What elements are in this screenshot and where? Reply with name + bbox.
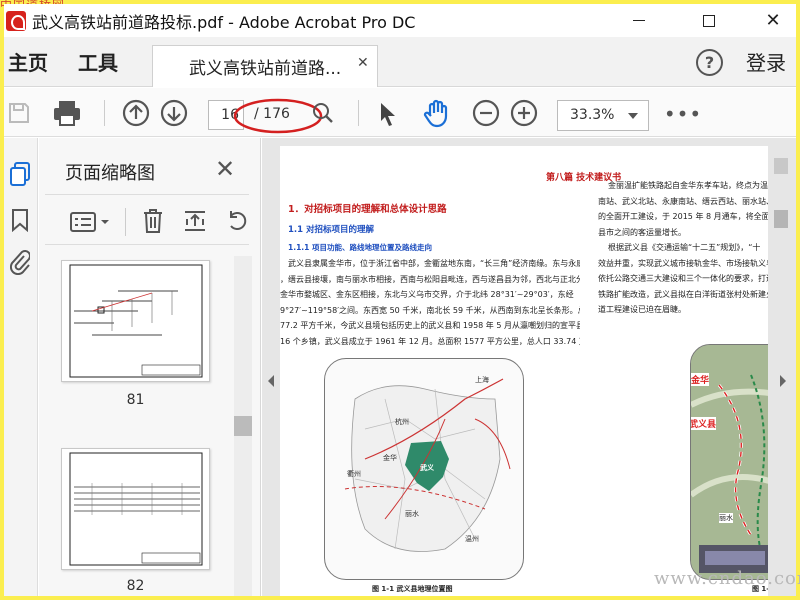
help-icon[interactable]: ? [696,49,723,76]
right-column-text: 金丽温扩能铁路起自金华东孝车站，终点为温州 南站、武义北站、永康南站、缙云西站、… [598,181,768,314]
chevron-down-icon [628,113,638,119]
maximize-button[interactable] [686,4,732,37]
thumbnail-label-81: 81 [126,392,145,408]
acrobat-window: 武义高铁站前道路投标.pdf - Adobe Acrobat Pro DC ✕ … [4,4,796,596]
acrobat-logo-icon [6,10,26,31]
tab-bar: 主页 工具 武义高铁站前道路... ✕ ? 登录 [4,37,796,87]
close-window-button[interactable]: ✕ [750,4,796,37]
window-title: 武义高铁站前道路投标.pdf - Adobe Acrobat Pro DC [32,12,416,32]
thumbnail-options-icon[interactable] [67,208,115,236]
bookmark-icon[interactable] [8,206,32,234]
panel-title: 页面缩略图 [65,163,155,184]
zoom-search-icon[interactable] [310,100,336,126]
pdf-page: 第八篇 技术建议书 1．对招标项目的理解和总体设计思路 1.1 对招标项目的理解… [280,146,768,596]
thumbnail-label-82: 82 [126,578,145,594]
more-options-icon[interactable]: ••• [664,102,701,126]
print-icon[interactable] [50,98,84,128]
left-rail [4,138,38,596]
nav-home[interactable]: 主页 [8,47,48,76]
close-panel-button[interactable]: ✕ [215,155,235,183]
close-tab-button[interactable]: ✕ [357,55,369,71]
thumbnail-scrollbar-thumb[interactable] [234,416,252,436]
document-tab-label: 武义高铁站前道路... [189,59,342,79]
save-icon[interactable] [6,100,32,126]
panel-splitter[interactable] [262,138,280,596]
expand-right-icon[interactable] [778,374,788,388]
delete-page-icon[interactable] [139,206,167,236]
login-button[interactable]: 登录 [746,47,786,76]
zoom-value: 33.3% [570,107,615,123]
select-cursor-icon[interactable] [376,100,400,128]
section-heading-1-1-1: 1.1.1 项目功能、路线地理位置及路线走向 [288,243,432,252]
page-thumbnail-81[interactable] [61,260,210,382]
attachment-icon[interactable] [8,248,32,276]
hand-tool-icon[interactable] [420,98,454,130]
document-scrollbar-thumb[interactable] [774,210,788,228]
nav-tools[interactable]: 工具 [78,47,118,76]
previous-page-icon[interactable] [122,99,150,127]
section-heading-1: 1．对招标项目的理解和总体设计思路 [288,204,447,215]
extract-page-icon[interactable] [181,206,209,236]
document-scrollbar[interactable] [768,138,796,596]
minimize-button[interactable] [616,4,662,37]
map-caption: 图 1-1 武义县地理位置图 [372,585,453,593]
next-page-icon[interactable] [160,99,188,127]
page-thumbnail-82[interactable] [61,448,210,570]
page-thumbnails-icon[interactable] [7,160,33,188]
body-paragraph: 武义县隶属金华市，位于浙江省中部，金衢盆地东南，“长三角”经济南缘。东与永康 ，… [280,259,580,346]
watermark-url: www.cndao.com [654,568,800,589]
toolbar: 16 / 176 33.3% ••• [4,88,796,137]
rotate-page-icon[interactable] [223,206,251,236]
document-view: 第八篇 技术建议书 1．对招标项目的理解和总体设计思路 1.1 对招标项目的理解… [280,138,768,596]
thumbnails-panel: 页面缩略图 ✕ 81 82 [39,138,261,596]
zoom-select[interactable]: 33.3% [557,100,649,131]
scroll-up-button[interactable] [774,158,788,174]
location-map: 杭州 金华 武义 丽水 温州 衢州 上海 [324,358,524,580]
section-heading-1-1: 1.1 对招标项目的理解 [288,225,375,235]
title-bar: 武义高铁站前道路投标.pdf - Adobe Acrobat Pro DC ✕ [4,4,796,37]
railway-route-map: 金华 武义县 丽水 [690,344,768,580]
document-tab[interactable]: 武义高铁站前道路... ✕ [152,45,378,87]
zoom-in-icon[interactable] [510,99,538,127]
zoom-out-icon[interactable] [472,99,500,127]
collapse-left-icon[interactable] [266,374,276,388]
